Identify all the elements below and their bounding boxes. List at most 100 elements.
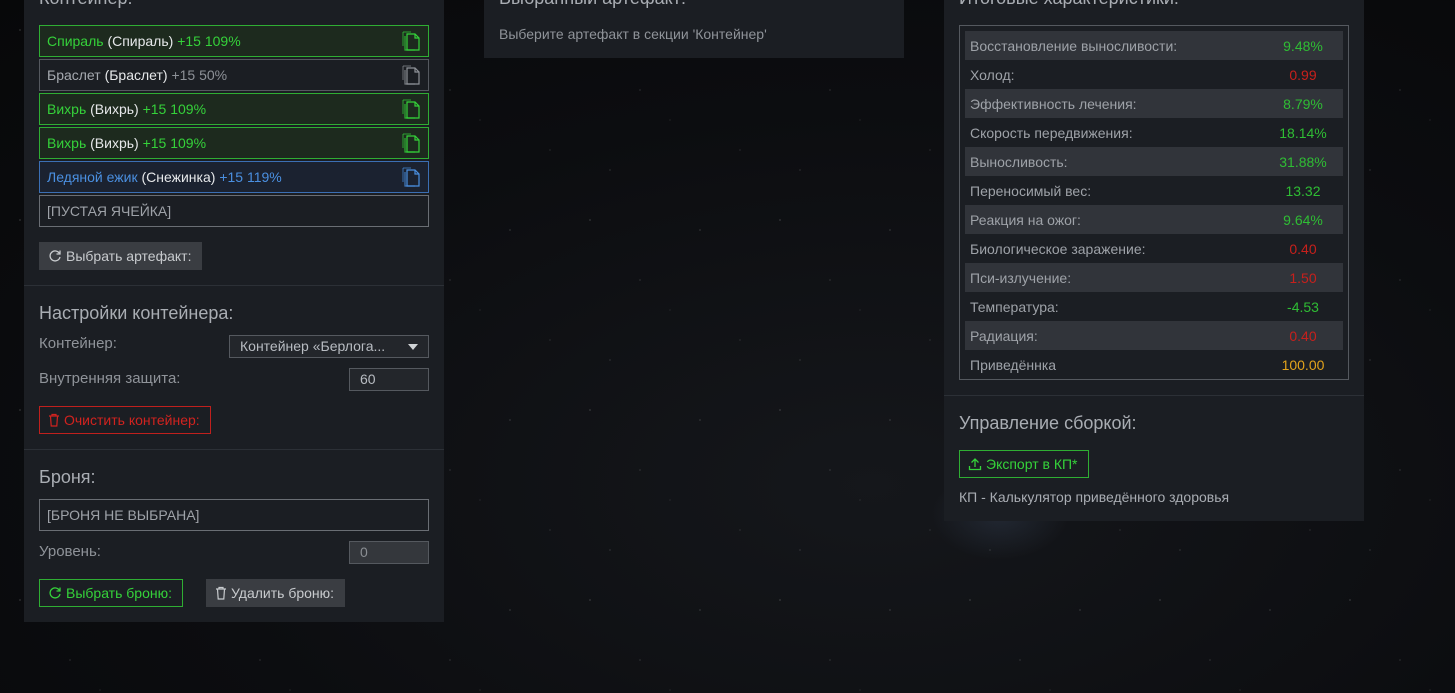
stat-label: Переносимый вес: bbox=[970, 182, 1092, 199]
build-note: КП - Калькулятор приведённого здоровья bbox=[959, 489, 1230, 505]
stat-label: Пси-излучение: bbox=[970, 269, 1072, 286]
stat-row: Выносливость: 31.88% bbox=[965, 147, 1343, 176]
stat-label: Выносливость: bbox=[970, 153, 1068, 170]
chevron-down-icon bbox=[408, 344, 418, 350]
stat-label: Скорость передвижения: bbox=[970, 124, 1133, 141]
stat-value: 100.00 bbox=[1281, 356, 1325, 373]
select-artifact-label: Выбрать артефакт: bbox=[66, 248, 192, 264]
copy-icon[interactable] bbox=[402, 98, 420, 120]
stat-row: Приведённка 100.00 bbox=[965, 350, 1343, 379]
artifact-level: +15 109% bbox=[177, 33, 241, 49]
artifact-slot[interactable]: Спираль (Спираль) +15 109% bbox=[39, 25, 429, 57]
stat-label: Биологическое заражение: bbox=[970, 240, 1146, 257]
build-title: Управление сборкой: bbox=[959, 413, 1137, 433]
stat-row: Холод: 0.99 bbox=[965, 60, 1343, 89]
container-settings-panel: Настройки контейнера: Контейнер: Контейн… bbox=[24, 286, 444, 450]
stat-row: Биологическое заражение: 0.40 bbox=[965, 234, 1343, 263]
stat-row: Температура: -4.53 bbox=[965, 292, 1343, 321]
stat-value: 9.64% bbox=[1283, 211, 1323, 228]
stat-row: Скорость передвижения: 18.14% bbox=[965, 118, 1343, 147]
stat-label: Радиация: bbox=[970, 327, 1038, 344]
selected-artifact-title: Выбранный артефакт: bbox=[499, 0, 686, 9]
select-armor-label: Выбрать броню: bbox=[66, 585, 172, 601]
refresh-icon bbox=[49, 587, 61, 599]
stat-row: Переносимый вес: 13.32 bbox=[965, 176, 1343, 205]
container-panel: Контейнер: Спираль (Спираль) +15 109%Бра… bbox=[24, 0, 444, 286]
protection-input[interactable]: 60 bbox=[349, 368, 429, 391]
artifact-level: +15 50% bbox=[171, 67, 228, 83]
empty-slot[interactable]: [ПУСТАЯ ЯЧЕЙКА] bbox=[39, 195, 429, 227]
stat-row: Радиация: 0.40 bbox=[965, 321, 1343, 350]
artifact-slot[interactable]: Ледяной ежик (Снежинка) +15 119% bbox=[39, 161, 429, 193]
artifact-name: Вихрь bbox=[47, 135, 87, 151]
stat-value: 9.48% bbox=[1283, 37, 1323, 54]
stat-value: 13.32 bbox=[1285, 182, 1321, 199]
artifact-level: +15 109% bbox=[142, 135, 207, 151]
copy-icon[interactable] bbox=[402, 64, 420, 86]
artifact-type: (Вихрь) bbox=[90, 135, 139, 151]
stats-panel: Итоговые характеристики: Восстановление … bbox=[944, 0, 1364, 396]
armor-panel: Броня: [БРОНЯ НЕ ВЫБРАНА] Уровень: 0 Выб… bbox=[24, 450, 444, 622]
armor-level-input: 0 bbox=[349, 541, 429, 564]
stat-row: Эффективность лечения: 8.79% bbox=[965, 89, 1343, 118]
clear-container-label: Очистить контейнер: bbox=[64, 412, 200, 428]
stat-value: 1.50 bbox=[1289, 269, 1317, 286]
artifact-name: Ледяной ежик bbox=[47, 169, 138, 185]
stat-row: Пси-излучение: 1.50 bbox=[965, 263, 1343, 292]
selected-artifact-hint: Выберите артефакт в секции 'Контейнер' bbox=[499, 26, 767, 42]
select-armor-button[interactable]: Выбрать броню: bbox=[39, 579, 183, 607]
stat-value: 18.14% bbox=[1279, 124, 1327, 141]
artifact-name: Браслет bbox=[47, 67, 101, 83]
upload-icon bbox=[968, 457, 982, 470]
artifact-type: (Снежинка) bbox=[141, 169, 216, 185]
artifact-level: +15 109% bbox=[142, 101, 207, 117]
copy-icon[interactable] bbox=[402, 166, 420, 188]
artifact-type: (Браслет) bbox=[104, 67, 168, 83]
stat-label: Эффективность лечения: bbox=[970, 95, 1137, 112]
stat-label: Температура: bbox=[970, 298, 1059, 315]
settings-title: Настройки контейнера: bbox=[39, 303, 234, 323]
armor-title: Броня: bbox=[39, 467, 96, 487]
build-panel: Управление сборкой: Экспорт в КП* КП - К… bbox=[944, 396, 1364, 521]
copy-icon[interactable] bbox=[402, 132, 420, 154]
clear-container-button[interactable]: Очистить контейнер: bbox=[39, 406, 211, 434]
armor-level-label: Уровень: bbox=[39, 543, 101, 560]
artifact-type: (Вихрь) bbox=[90, 101, 139, 117]
container-select-value: Контейнер «Берлога... bbox=[240, 338, 386, 354]
trash-icon bbox=[216, 586, 226, 600]
trash-icon bbox=[49, 413, 59, 427]
delete-armor-label: Удалить броню: bbox=[231, 585, 335, 601]
refresh-icon bbox=[49, 250, 61, 262]
export-button[interactable]: Экспорт в КП* bbox=[959, 450, 1089, 478]
stats-table: Восстановление выносливости: 9.48% Холод: 0… bbox=[959, 25, 1349, 380]
export-label: Экспорт в КП* bbox=[986, 456, 1078, 472]
delete-armor-button[interactable]: Удалить броню: bbox=[206, 579, 346, 607]
select-artifact-button[interactable]: Выбрать артефакт: bbox=[39, 242, 203, 270]
stat-value: -4.53 bbox=[1287, 298, 1319, 315]
artifact-slot[interactable]: Вихрь (Вихрь) +15 109% bbox=[39, 127, 429, 159]
artifact-slot[interactable]: Вихрь (Вихрь) +15 109% bbox=[39, 93, 429, 125]
stat-value: 0.40 bbox=[1289, 327, 1317, 344]
container-title: Контейнер: bbox=[39, 0, 133, 9]
artifact-level: +15 119% bbox=[219, 169, 282, 185]
armor-slot[interactable]: [БРОНЯ НЕ ВЫБРАНА] bbox=[39, 499, 429, 531]
artifact-type: (Спираль) bbox=[107, 33, 174, 49]
stat-row: Реакция на ожог: 9.64% bbox=[965, 205, 1343, 234]
container-select[interactable]: Контейнер «Берлога... bbox=[229, 335, 429, 358]
stats-title: Итоговые характеристики: bbox=[959, 0, 1179, 9]
copy-icon[interactable] bbox=[402, 30, 420, 52]
stat-label: Реакция на ожог: bbox=[970, 211, 1081, 228]
protection-label: Внутренняя защита: bbox=[39, 370, 181, 387]
stat-row: Восстановление выносливости: 9.48% bbox=[965, 31, 1343, 60]
artifact-slot[interactable]: Браслет (Браслет) +15 50% bbox=[39, 59, 429, 91]
stat-value: 8.79% bbox=[1283, 95, 1323, 112]
container-label: Контейнер: bbox=[39, 335, 117, 352]
selected-artifact-panel: Выбранный артефакт: Выберите артефакт в … bbox=[484, 0, 904, 58]
stat-label: Приведённка bbox=[970, 356, 1057, 373]
artifact-name: Вихрь bbox=[47, 101, 87, 117]
artifact-name: Спираль bbox=[47, 33, 104, 49]
stat-label: Восстановление выносливости: bbox=[970, 37, 1178, 54]
stat-value: 31.88% bbox=[1279, 153, 1327, 170]
stat-value: 0.40 bbox=[1289, 240, 1317, 257]
stat-value: 0.99 bbox=[1289, 66, 1317, 83]
